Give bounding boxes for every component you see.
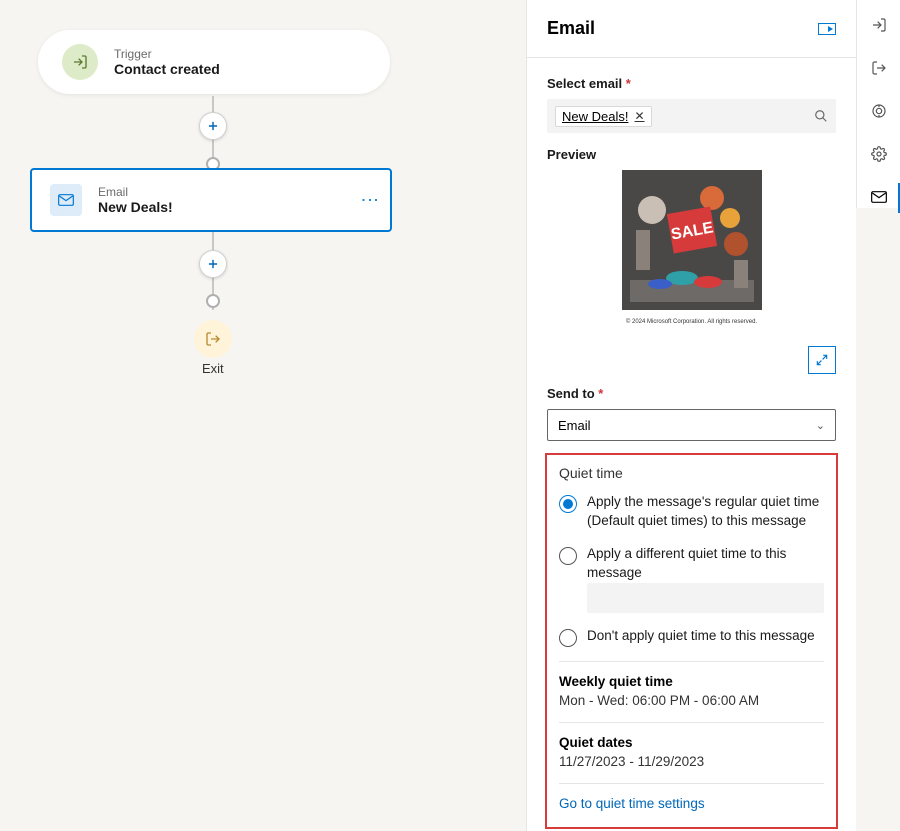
search-icon[interactable] [814, 109, 828, 123]
email-icon [50, 184, 82, 216]
different-quiet-time-select[interactable] [587, 583, 824, 613]
email-config-panel: Email Select email * New Deals! ✕ Previe… [526, 0, 856, 831]
email-node[interactable]: Email New Deals! ⋮ [30, 168, 392, 232]
rail-exit-icon[interactable] [857, 57, 900, 78]
expand-button[interactable] [808, 346, 836, 374]
send-to-select[interactable]: Email ⌄ [547, 409, 836, 441]
collapse-icon[interactable] [818, 23, 836, 35]
radio-no-quiet-time[interactable]: Don't apply quiet time to this message [559, 627, 824, 647]
exit-node[interactable] [194, 320, 232, 358]
add-step-button[interactable] [199, 250, 227, 278]
quiet-dates-value: 11/27/2023 - 11/29/2023 [559, 754, 824, 769]
side-rail [856, 0, 900, 208]
trigger-node[interactable]: Trigger Contact created [38, 30, 390, 94]
rail-enter-icon[interactable] [857, 14, 900, 35]
radio-different-quiet-time[interactable]: Apply a different quiet time to this mes… [559, 545, 824, 583]
weekly-quiet-time-value: Mon - Wed: 06:00 PM - 06:00 AM [559, 693, 824, 708]
connector-dot [206, 294, 220, 308]
quiet-time-info: Weekly quiet time Mon - Wed: 06:00 PM - … [559, 661, 824, 811]
email-preview-image: SALE [622, 170, 762, 310]
radio-input[interactable] [559, 629, 577, 647]
preview-label: Preview [547, 147, 836, 162]
rail-settings-icon[interactable] [857, 144, 900, 165]
panel-title: Email [547, 18, 595, 39]
more-menu-icon[interactable]: ⋮ [368, 191, 372, 209]
quiet-time-title: Quiet time [559, 465, 824, 481]
radio-input[interactable] [559, 547, 577, 565]
panel-header: Email [527, 0, 856, 58]
exit-label: Exit [202, 361, 224, 376]
quiet-dates-title: Quiet dates [559, 735, 824, 750]
email-label-small: Email [98, 185, 173, 199]
enter-icon [62, 44, 98, 80]
journey-canvas: Trigger Contact created Email New Deals!… [0, 0, 526, 831]
quiet-time-settings-link[interactable]: Go to quiet time settings [559, 796, 824, 811]
close-icon[interactable]: ✕ [634, 109, 644, 123]
weekly-quiet-time-title: Weekly quiet time [559, 674, 824, 689]
preview-caption: © 2024 Microsoft Corporation. All rights… [622, 318, 762, 326]
send-to-label: Send to * [547, 386, 836, 401]
rail-goal-icon[interactable] [857, 100, 900, 121]
chevron-down-icon: ⌄ [816, 419, 825, 432]
email-label-main: New Deals! [98, 199, 173, 215]
quiet-time-section: Quiet time Apply the message's regular q… [545, 453, 838, 829]
select-email-input[interactable]: New Deals! ✕ [547, 99, 836, 133]
trigger-label-small: Trigger [114, 47, 220, 61]
add-step-button[interactable] [199, 112, 227, 140]
trigger-label-main: Contact created [114, 61, 220, 77]
email-chip[interactable]: New Deals! ✕ [555, 106, 652, 127]
select-email-label: Select email * [547, 76, 836, 91]
radio-regular-quiet-time[interactable]: Apply the message's regular quiet time (… [559, 493, 824, 531]
rail-email-icon[interactable] [857, 187, 900, 208]
radio-input[interactable] [559, 495, 577, 513]
